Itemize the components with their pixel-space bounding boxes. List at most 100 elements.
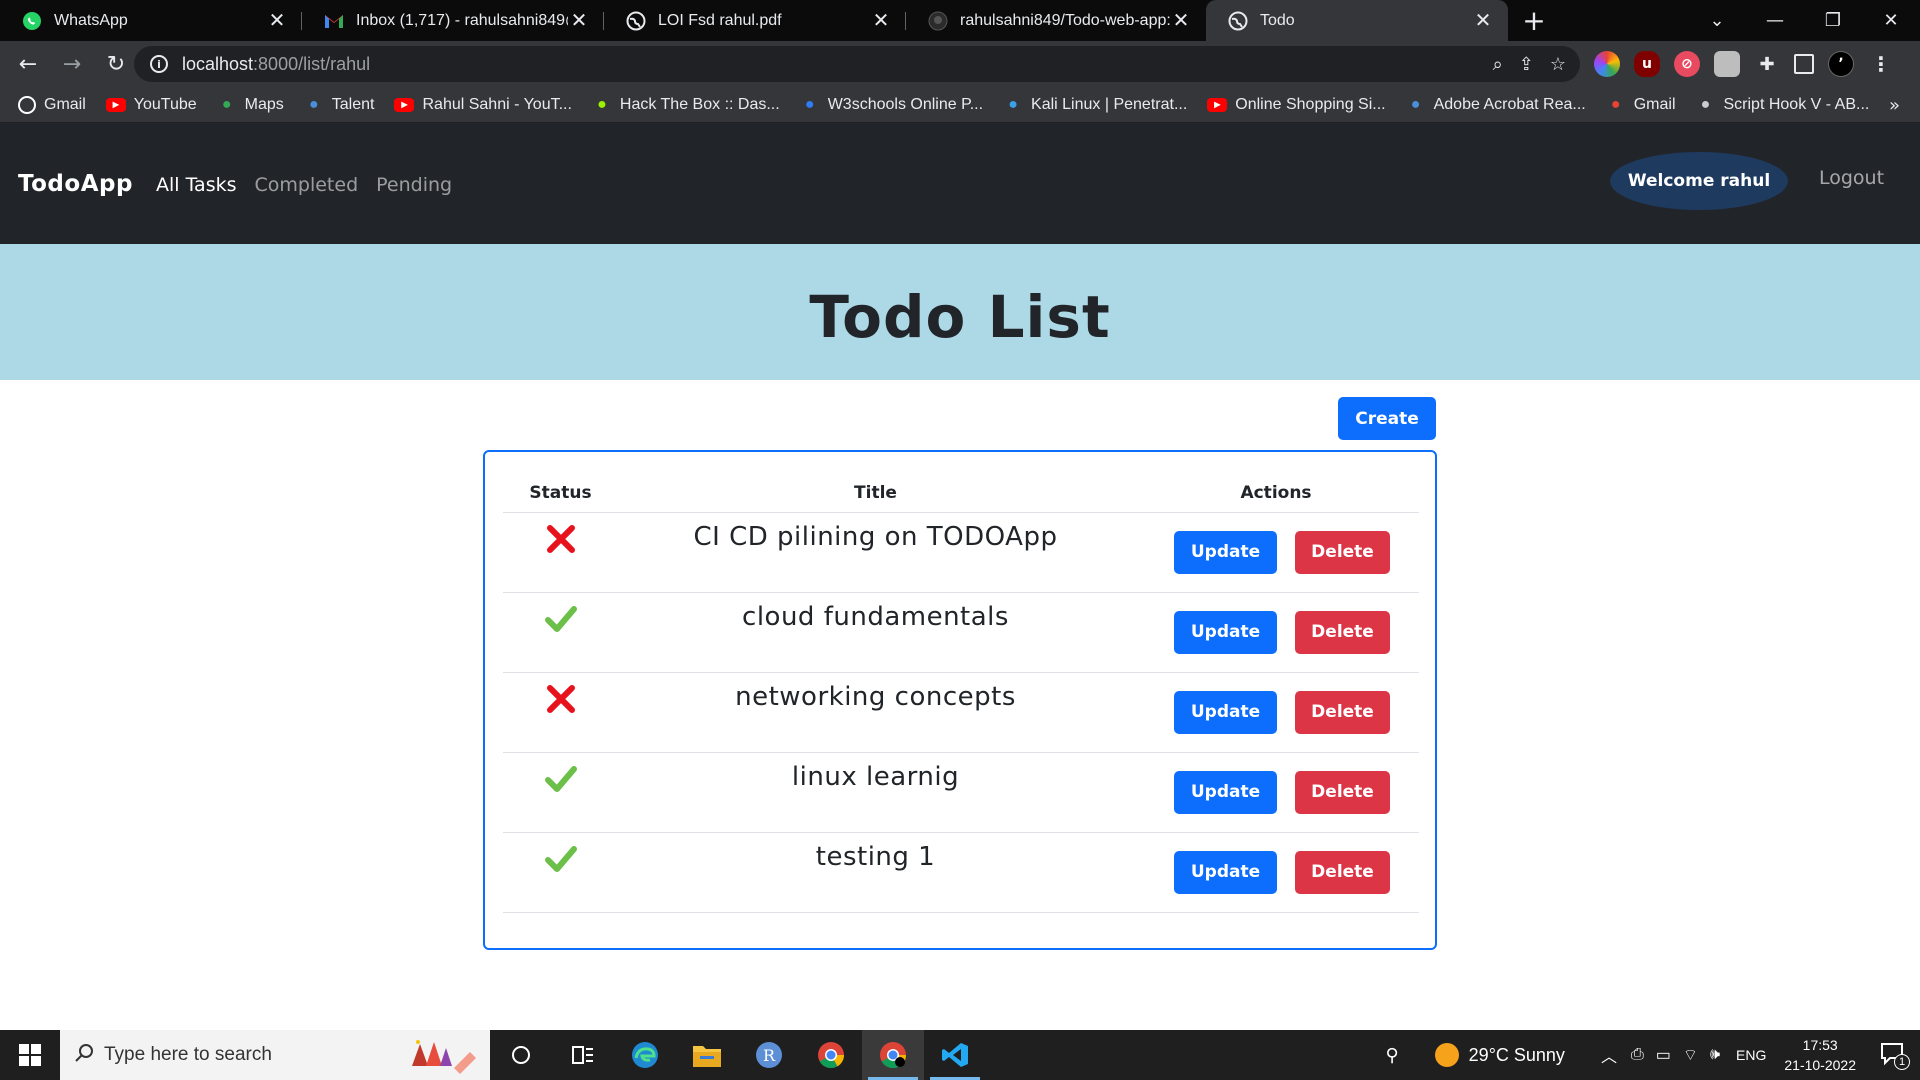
whatsapp-icon — [22, 11, 42, 31]
tab-todo[interactable]: Todo ✕ — [1206, 0, 1508, 41]
weather-widget[interactable]: 29°C Sunny — [1434, 1043, 1565, 1067]
bookmark-star-icon[interactable]: ☆ — [1550, 54, 1566, 75]
delete-button[interactable]: Delete — [1295, 530, 1390, 574]
nav-all-tasks[interactable]: All Tasks — [156, 174, 237, 196]
delete-button[interactable]: Delete — [1295, 850, 1390, 894]
tab-whatsapp[interactable]: WhatsApp ✕ — [0, 0, 302, 41]
update-button[interactable]: Update — [1174, 770, 1277, 814]
bookmark-item[interactable]: ● Maps — [217, 95, 284, 115]
task-title: linux learnig — [791, 761, 960, 792]
address-bar[interactable]: i localhost:8000/list/rahul ⌕ ⇪ ☆ — [134, 46, 1580, 82]
file-explorer-icon[interactable] — [676, 1030, 738, 1080]
language-indicator[interactable]: ENG — [1736, 1047, 1766, 1063]
bookmark-label: Gmail — [1633, 95, 1676, 113]
color-extension-icon[interactable] — [1594, 51, 1620, 77]
youtube-icon: ▶ — [394, 97, 415, 112]
menu-icon[interactable]: ⋮ — [1868, 51, 1894, 77]
tab-title: Todo — [1260, 11, 1295, 29]
chevron-up-icon[interactable]: ︿ — [1601, 1043, 1617, 1067]
task-view-icon[interactable] — [490, 1030, 552, 1080]
chrome-icon[interactable] — [800, 1030, 862, 1080]
reload-icon[interactable]: ↻ — [96, 44, 136, 84]
bookmark-item[interactable]: ● Gmail — [1606, 95, 1676, 115]
extension-gray-icon[interactable] — [1714, 51, 1740, 77]
close-icon[interactable]: ✕ — [568, 10, 590, 32]
page-title: Todo List — [809, 283, 1111, 351]
tab-gmail[interactable]: Inbox (1,717) - rahulsahni849@gmail.com … — [302, 0, 604, 41]
close-icon[interactable]: ✕ — [1170, 10, 1192, 32]
r-app-icon[interactable]: R — [738, 1030, 800, 1080]
tab-title: rahulsahni849/Todo-web-app: Todo — [960, 11, 1170, 29]
welcome-badge: Welcome rahul — [1610, 152, 1788, 210]
meet-icon[interactable]: ⎙ — [1631, 1046, 1644, 1064]
delete-button[interactable]: Delete — [1295, 770, 1390, 814]
bookmark-item[interactable]: ● W3schools Online P... — [800, 95, 983, 115]
close-icon[interactable]: ✕ — [870, 10, 892, 32]
close-window-icon[interactable]: ✕ — [1862, 10, 1920, 31]
update-button[interactable]: Update — [1174, 530, 1277, 574]
bookmark-item[interactable]: ▶ YouTube — [105, 96, 197, 114]
update-button[interactable]: Update — [1174, 610, 1277, 654]
profile-avatar[interactable]: ʼ — [1828, 51, 1854, 77]
taskbar-search[interactable]: Type here to search — [60, 1030, 490, 1080]
chrome-active-icon[interactable] — [862, 1030, 924, 1080]
globe-icon — [626, 11, 646, 31]
delete-button[interactable]: Delete — [1295, 610, 1390, 654]
brand-logo[interactable]: TodoApp — [18, 171, 133, 197]
bookmark-item[interactable]: Gmail — [18, 95, 86, 114]
create-button[interactable]: Create — [1338, 397, 1436, 440]
window-controls: ⌄ — ❐ ✕ — [1688, 0, 1920, 41]
volume-icon[interactable]: 🕪 — [1710, 1046, 1720, 1064]
side-panel-icon[interactable] — [1794, 54, 1814, 74]
globe-icon — [1228, 11, 1248, 31]
update-button[interactable]: Update — [1174, 690, 1277, 734]
battery-icon[interactable]: ▭ — [1656, 1045, 1671, 1065]
check-icon — [544, 845, 577, 877]
delete-button[interactable]: Delete — [1295, 690, 1390, 734]
update-button[interactable]: Update — [1174, 850, 1277, 894]
site-info-icon[interactable]: i — [150, 55, 168, 73]
vscode-icon[interactable] — [924, 1030, 986, 1080]
more-bookmarks-icon[interactable]: » — [1889, 87, 1900, 123]
hero-banner: Todo List — [0, 244, 1920, 380]
edge-icon[interactable] — [614, 1030, 676, 1080]
widgets-icon[interactable] — [552, 1030, 614, 1080]
new-tab-button[interactable]: + — [1516, 0, 1552, 41]
system-tray: ⚲ 29°C Sunny ︿ ⎙ ▭ ⌔ 🕪 ENG 17:53 21-10-2… — [1385, 1030, 1920, 1080]
share-icon[interactable]: ⇪ — [1519, 54, 1534, 75]
tab-github[interactable]: rahulsahni849/Todo-web-app: Todo ✕ — [906, 0, 1206, 41]
logout-link[interactable]: Logout — [1819, 167, 1884, 189]
sun-icon — [1434, 1043, 1459, 1067]
bookmark-item[interactable]: ● Talent — [304, 95, 375, 115]
bookmark-item[interactable]: ▶ Rahul Sahni - YouT... — [394, 96, 572, 114]
zoom-icon[interactable]: ⌕ — [1493, 54, 1503, 75]
ublock-icon[interactable]: u — [1634, 51, 1660, 77]
bookmark-item[interactable]: ● Hack The Box :: Das... — [592, 95, 780, 115]
wifi-icon[interactable]: ⌔ — [1683, 1045, 1698, 1065]
search-icon — [74, 1043, 94, 1067]
todo-table-card: Status Title Actions CI CD pilining on T… — [483, 450, 1437, 950]
forward-icon[interactable]: → — [52, 44, 92, 84]
minimize-icon[interactable]: — — [1746, 10, 1804, 31]
bookmark-item[interactable]: ● Kali Linux | Penetrat... — [1003, 95, 1187, 115]
url-text[interactable]: localhost:8000/list/rahul — [182, 54, 370, 75]
puzzle-icon[interactable]: ✚ — [1754, 51, 1780, 77]
close-icon[interactable]: ✕ — [266, 10, 288, 32]
tab-title: WhatsApp — [54, 11, 128, 29]
notification-icon[interactable]: 1 — [1880, 1042, 1910, 1070]
people-icon[interactable]: ⚲ — [1385, 1045, 1398, 1066]
bookmark-item[interactable]: ● Adobe Acrobat Rea... — [1406, 95, 1586, 115]
back-icon[interactable]: ← — [8, 44, 48, 84]
tab-search-icon[interactable]: ⌄ — [1688, 10, 1746, 31]
windows-start-icon[interactable] — [0, 1030, 60, 1080]
bookmark-item[interactable]: ● Script Hook V - AB... — [1696, 95, 1870, 115]
nav-pending[interactable]: Pending — [376, 174, 452, 196]
clock[interactable]: 17:53 21-10-2022 — [1784, 1035, 1856, 1075]
nav-completed[interactable]: Completed — [255, 174, 359, 196]
restore-icon[interactable]: ❐ — [1804, 10, 1862, 31]
tab-pdf[interactable]: LOI Fsd rahul.pdf ✕ — [604, 0, 906, 41]
bookmark-item[interactable]: ▶ Online Shopping Si... — [1207, 96, 1386, 114]
clock-date: 21-10-2022 — [1784, 1057, 1856, 1073]
close-icon[interactable]: ✕ — [1472, 10, 1494, 32]
extension-red-icon[interactable]: ⊘ — [1674, 51, 1700, 77]
